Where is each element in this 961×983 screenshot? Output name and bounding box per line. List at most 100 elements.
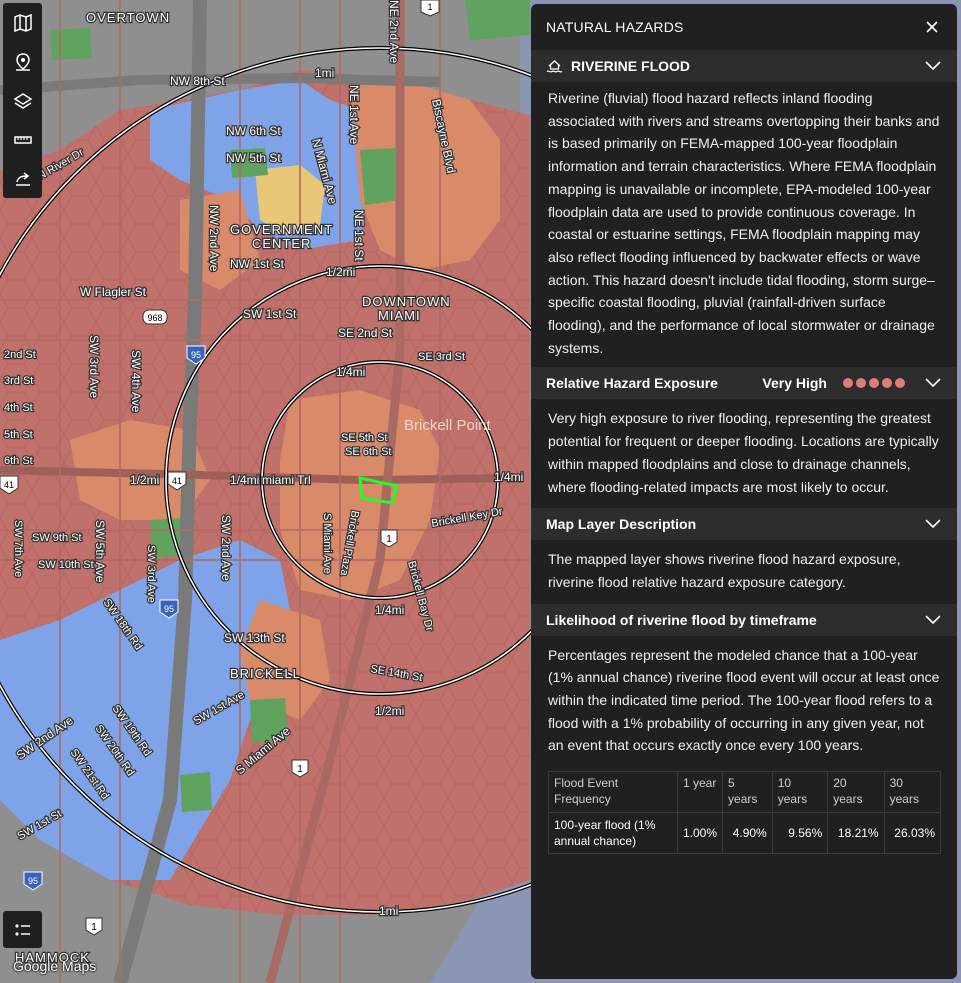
- label-street: SE 5th St: [341, 432, 387, 444]
- table-cell: 26.03%: [883, 812, 942, 855]
- exposure-level: Very High: [762, 375, 827, 392]
- label-street: 2nd St: [4, 349, 36, 361]
- road-shield-1-top: 1: [420, 0, 440, 17]
- label-street: 5th St: [4, 429, 33, 441]
- label-street: NW 6th St: [226, 124, 281, 138]
- ruler-icon[interactable]: [3, 120, 42, 159]
- label-street: NW 5th St: [226, 151, 281, 165]
- chevron-down-icon[interactable]: [923, 610, 943, 630]
- svg-text:1: 1: [91, 922, 97, 933]
- legend-icon[interactable]: [3, 911, 42, 948]
- ring-label: 1/4mi: [336, 365, 365, 379]
- panel-title: NATURAL HAZARDS: [546, 19, 684, 35]
- table-header-row: Flood Event Frequency 1 year 5 years 10 …: [548, 771, 942, 814]
- park: [50, 28, 92, 60]
- hazard-name: RIVERINE FLOOD: [571, 58, 691, 74]
- table-header: Flood Event Frequency: [548, 771, 678, 814]
- label-street: NW 1st St: [230, 257, 285, 271]
- table-header: 5 years: [722, 771, 773, 814]
- rating-dot: [869, 378, 879, 389]
- label-street: SE 3rd St: [418, 351, 465, 363]
- layer-description: The mapped layer shows riverine flood ha…: [548, 551, 901, 590]
- label-street: SW 5th Ave: [93, 520, 107, 583]
- exposure-label: Relative Hazard Exposure: [546, 375, 718, 392]
- svg-text:968: 968: [147, 313, 162, 323]
- rating-dot: [895, 378, 905, 389]
- label-government: GOVERNMENT: [230, 222, 333, 237]
- rating-dot: [856, 378, 866, 389]
- flood-icon: [546, 58, 564, 75]
- label-brickell-point: Brickell Point: [404, 417, 492, 434]
- label-street: SW 13th St: [224, 631, 285, 645]
- label-street: NW 2nd Ave: [207, 205, 221, 272]
- chevron-down-icon[interactable]: [923, 373, 943, 393]
- label-street: SW 9th St: [32, 532, 82, 544]
- svg-text:95: 95: [28, 876, 38, 886]
- park: [180, 772, 212, 812]
- label-brickell: BRICKELL: [230, 666, 301, 681]
- pin-icon[interactable]: [3, 42, 42, 81]
- hazard-description: Riverine (fluvial) flood hazard reflects…: [548, 90, 940, 356]
- label-street: NE 1st St: [352, 210, 366, 261]
- label-center: CENTER: [252, 236, 311, 251]
- label-street: W Flagler St: [80, 285, 147, 299]
- label-street: 3rd St: [4, 375, 33, 387]
- layers-icon[interactable]: [3, 81, 42, 120]
- svg-text:41: 41: [172, 476, 182, 486]
- likelihood-label: Likelihood of riverine flood by timefram…: [546, 611, 817, 628]
- label-street: SW 4th Ave: [129, 350, 143, 413]
- map-icon[interactable]: [3, 3, 42, 42]
- ring-label: 1/2mi: [375, 704, 404, 718]
- table-header: 30 years: [883, 771, 942, 814]
- ring-label: 1mi: [379, 904, 398, 918]
- label-street: NE 1st Ave: [347, 85, 361, 144]
- label-street: S Miami Ave: [321, 513, 333, 574]
- table-cell: 1.00%: [676, 812, 724, 855]
- table-header: 10 years: [771, 771, 829, 814]
- svg-text:1: 1: [386, 534, 392, 545]
- park: [465, 0, 530, 40]
- ring-label: 1/4mi: [230, 473, 259, 487]
- exposure-rating: [843, 378, 905, 389]
- rating-dot: [843, 378, 853, 389]
- svg-text:95: 95: [164, 604, 174, 614]
- label-street: NE 2nd Ave: [387, 0, 401, 63]
- label-downtown: DOWNTOWN: [362, 294, 451, 309]
- svg-text:1: 1: [297, 764, 303, 775]
- road-shield-968: 968: [142, 309, 168, 325]
- svg-text:1: 1: [427, 2, 432, 12]
- label-street: SW 3rd Ave: [87, 335, 101, 398]
- ring-label: 1/4mi: [494, 470, 523, 484]
- share-icon[interactable]: [3, 159, 42, 198]
- section-map-layer-description[interactable]: Map Layer Description: [531, 508, 957, 541]
- ring-label: 1/2mi: [130, 473, 159, 487]
- table-header: 1 year: [676, 771, 724, 814]
- exposure-description: Very high exposure to river flooding, re…: [548, 410, 939, 495]
- table-cell: 4.90%: [722, 812, 773, 855]
- chevron-down-icon[interactable]: [923, 514, 943, 534]
- section-riverine-flood[interactable]: RIVERINE FLOOD: [531, 50, 957, 82]
- section-relative-hazard-exposure[interactable]: Relative Hazard Exposure Very High: [531, 367, 957, 400]
- ring-label: 1mi: [315, 66, 334, 80]
- google-maps-attribution: Google Maps: [13, 958, 97, 974]
- table-row: 100-year flood (1% annual chance) 1.00% …: [548, 812, 942, 855]
- layer-label: Map Layer Description: [546, 516, 697, 533]
- label-street: SW 7th Ave: [12, 520, 24, 577]
- svg-text:41: 41: [4, 480, 14, 490]
- ring-label: 1/2mi: [326, 265, 355, 279]
- label-street: SW 3rd Ave: [145, 545, 157, 603]
- section-likelihood[interactable]: Likelihood of riverine flood by timefram…: [531, 603, 957, 636]
- rating-dot: [882, 378, 892, 389]
- label-street: 4th St: [4, 402, 33, 414]
- map-toolbar: [3, 3, 42, 198]
- chevron-down-icon[interactable]: [923, 56, 943, 76]
- ring-label: 1/4mi: [375, 603, 404, 617]
- close-icon[interactable]: [921, 16, 943, 38]
- label-miami: MIAMI: [378, 308, 421, 323]
- label-street: SE 6th St: [345, 446, 391, 458]
- label-tamiami-trail: miami Trl: [262, 473, 311, 487]
- label-street: SE 2nd St: [338, 326, 393, 340]
- label-street: SW 2nd Ave: [219, 515, 233, 581]
- table-cell: 18.21%: [827, 812, 885, 855]
- svg-text:95: 95: [191, 350, 201, 360]
